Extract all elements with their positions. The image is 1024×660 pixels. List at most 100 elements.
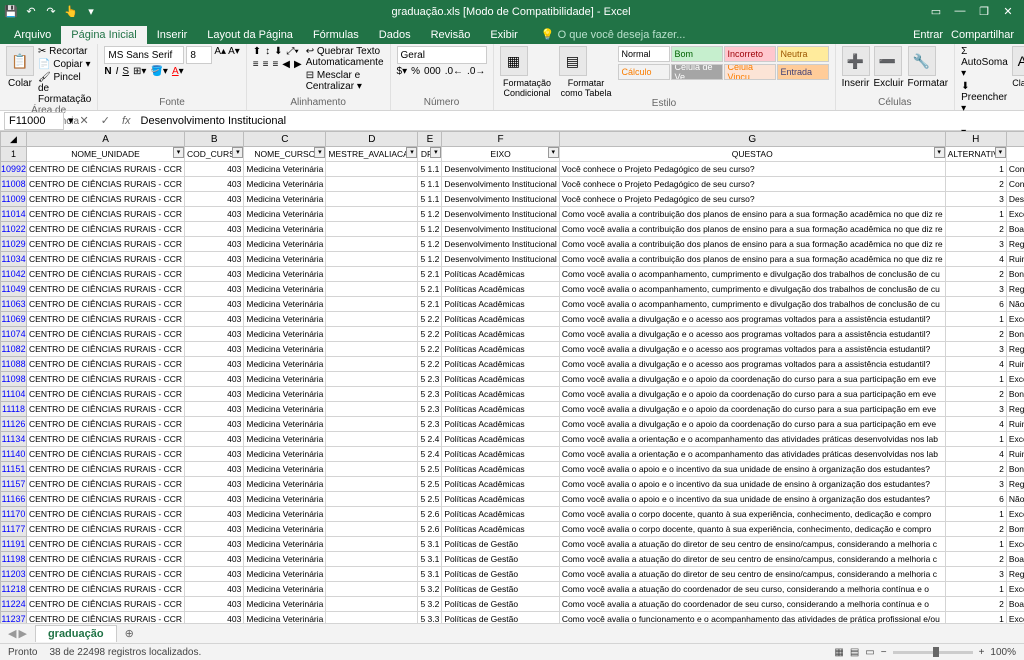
cell[interactable]: 2 (945, 222, 1006, 237)
cell[interactable]: 5 2.1 (418, 267, 442, 282)
cond-format-icon[interactable]: ▦ (500, 46, 528, 76)
cell[interactable]: 5 3.3 (418, 612, 442, 624)
paste-icon[interactable]: 📋 (6, 46, 34, 76)
cell[interactable]: 5 2.2 (418, 357, 442, 372)
cell[interactable]: CENTRO DE CIÊNCIAS RURAIS - CCR (27, 357, 185, 372)
cell[interactable]: Bons (1006, 387, 1024, 402)
cell[interactable]: 403 (185, 357, 244, 372)
font-color-icon[interactable]: A▾ (172, 66, 184, 77)
number-format[interactable] (397, 46, 487, 64)
cell[interactable]: Medicina Veterinária (244, 492, 326, 507)
cell[interactable] (326, 357, 418, 372)
cell[interactable]: Bons (1006, 462, 1024, 477)
cell[interactable]: Regulares (1006, 342, 1024, 357)
orientation-icon[interactable]: ⤢▾ (287, 46, 299, 57)
view-layout-icon[interactable]: ▤ (850, 647, 859, 658)
cell[interactable]: 5 2.3 (418, 402, 442, 417)
zoom-level[interactable]: 100% (990, 647, 1016, 658)
cell[interactable]: CENTRO DE CIÊNCIAS RURAIS - CCR (27, 372, 185, 387)
row-header[interactable]: 11082 (1, 342, 27, 357)
cell[interactable]: 1 (945, 207, 1006, 222)
cell[interactable]: 6 (945, 492, 1006, 507)
cell[interactable]: Como você avalia a divulgação e o acesso… (559, 342, 945, 357)
cell[interactable]: Como você avalia a orientação e o acompa… (559, 432, 945, 447)
cell[interactable]: Medicina Veterinária (244, 222, 326, 237)
cell[interactable]: CENTRO DE CIÊNCIAS RURAIS - CCR (27, 312, 185, 327)
view-break-icon[interactable]: ▭ (865, 647, 874, 658)
cell[interactable]: 403 (185, 327, 244, 342)
sheet-tab-active[interactable]: graduação (35, 625, 117, 642)
col-header-B[interactable]: B (185, 132, 244, 147)
inc-decimal-icon[interactable]: .0← (445, 66, 463, 77)
row-header[interactable]: 11237 (1, 612, 27, 624)
cell[interactable]: CENTRO DE CIÊNCIAS RURAIS - CCR (27, 507, 185, 522)
cell[interactable] (326, 492, 418, 507)
cell[interactable] (326, 522, 418, 537)
wrap-text[interactable]: ↩ Quebrar Texto Automaticamente (306, 46, 384, 68)
cell[interactable]: 5 3.2 (418, 597, 442, 612)
fill-color-icon[interactable]: 🪣▾ (150, 66, 167, 77)
row-header[interactable]: 11022 (1, 222, 27, 237)
cell[interactable]: 3 (945, 282, 1006, 297)
review-tab[interactable]: Revisão (421, 26, 481, 44)
cell[interactable]: 5 1.1 (418, 162, 442, 177)
col-header-G[interactable]: G (559, 132, 945, 147)
cell[interactable]: Como você avalia o apoio e o incentivo d… (559, 492, 945, 507)
header-cell[interactable]: RESPOSTA▾ (1006, 147, 1024, 162)
row-header[interactable]: 11049 (1, 282, 27, 297)
cell[interactable]: Medicina Veterinária (244, 162, 326, 177)
header-cell[interactable]: EIXO▾ (442, 147, 559, 162)
cell[interactable]: CENTRO DE CIÊNCIAS RURAIS - CCR (27, 297, 185, 312)
cell[interactable]: Você conhece o Projeto Pedagógico de seu… (559, 192, 945, 207)
align-top-icon[interactable]: ⬆ (253, 46, 261, 57)
cell[interactable]: 5 3.1 (418, 567, 442, 582)
italic-icon[interactable]: I (116, 66, 119, 77)
data-tab[interactable]: Dados (369, 26, 421, 44)
file-tab[interactable]: Arquivo (4, 26, 61, 44)
cell[interactable]: Políticas de Gestão (442, 597, 559, 612)
cell[interactable] (326, 402, 418, 417)
cell[interactable] (326, 297, 418, 312)
cell[interactable]: 3 (945, 477, 1006, 492)
select-all[interactable]: ◢ (1, 132, 27, 147)
row-header[interactable]: 11166 (1, 492, 27, 507)
cell[interactable]: Desenvolvimento Institucional (442, 222, 559, 237)
cancel-icon[interactable]: ✕ (74, 114, 95, 127)
cell[interactable] (326, 462, 418, 477)
cell[interactable]: Políticas Acadêmicas (442, 267, 559, 282)
cell[interactable]: Medicina Veterinária (244, 402, 326, 417)
header-cell[interactable]: NOME_UNIDADE▾ (27, 147, 185, 162)
cell[interactable]: 403 (185, 297, 244, 312)
sheet-nav-last-icon[interactable]: ▶ (18, 627, 26, 640)
cell[interactable]: 5 2.6 (418, 522, 442, 537)
cell[interactable]: Como você avalia o corpo docente, quanto… (559, 522, 945, 537)
cell[interactable]: Medicina Veterinária (244, 387, 326, 402)
col-header-C[interactable]: C (244, 132, 326, 147)
cell[interactable]: Como você avalia a divulgação e o apoio … (559, 387, 945, 402)
cell[interactable]: Políticas Acadêmicas (442, 387, 559, 402)
cell[interactable]: Políticas Acadêmicas (442, 342, 559, 357)
cell[interactable]: 403 (185, 552, 244, 567)
cell[interactable]: Ruins (1006, 357, 1024, 372)
cell[interactable]: Políticas de Gestão (442, 582, 559, 597)
cell[interactable]: 5 2.5 (418, 492, 442, 507)
cell[interactable]: Políticas Acadêmicas (442, 432, 559, 447)
cell[interactable]: Como você avalia o apoio e o incentivo d… (559, 462, 945, 477)
maximize-icon[interactable]: ❐ (974, 5, 994, 18)
cell[interactable]: Políticas de Gestão (442, 537, 559, 552)
cell[interactable]: Como você avalia o apoio e o incentivo d… (559, 477, 945, 492)
cell[interactable]: 403 (185, 162, 244, 177)
cell[interactable]: 5 2.4 (418, 447, 442, 462)
cell[interactable]: 403 (185, 612, 244, 624)
formula-input[interactable] (137, 115, 1024, 127)
row-header[interactable]: 11029 (1, 237, 27, 252)
cell[interactable] (326, 537, 418, 552)
format-painter[interactable]: 🖌 Pincel de Formatação (38, 72, 91, 105)
cell[interactable]: 403 (185, 222, 244, 237)
align-bot-icon[interactable]: ⬇ (274, 46, 282, 57)
cell[interactable]: Medicina Veterinária (244, 537, 326, 552)
cell[interactable]: 403 (185, 492, 244, 507)
cell[interactable]: CENTRO DE CIÊNCIAS RURAIS - CCR (27, 342, 185, 357)
cell[interactable] (326, 192, 418, 207)
cell[interactable]: 403 (185, 522, 244, 537)
